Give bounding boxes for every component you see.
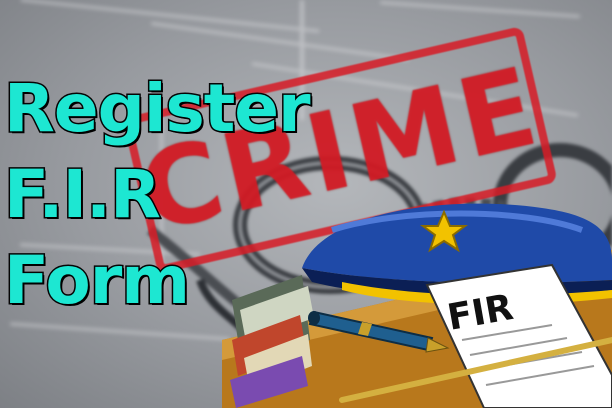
headline-line-register: Register [3,69,313,149]
headline-line-fir: F.I.R [3,155,163,235]
headline-line-form: Form [3,241,192,321]
fir-banner-image: CRIME FIR Register F.I.R Form [0,0,612,408]
headline: Register F.I.R Form [3,66,313,324]
